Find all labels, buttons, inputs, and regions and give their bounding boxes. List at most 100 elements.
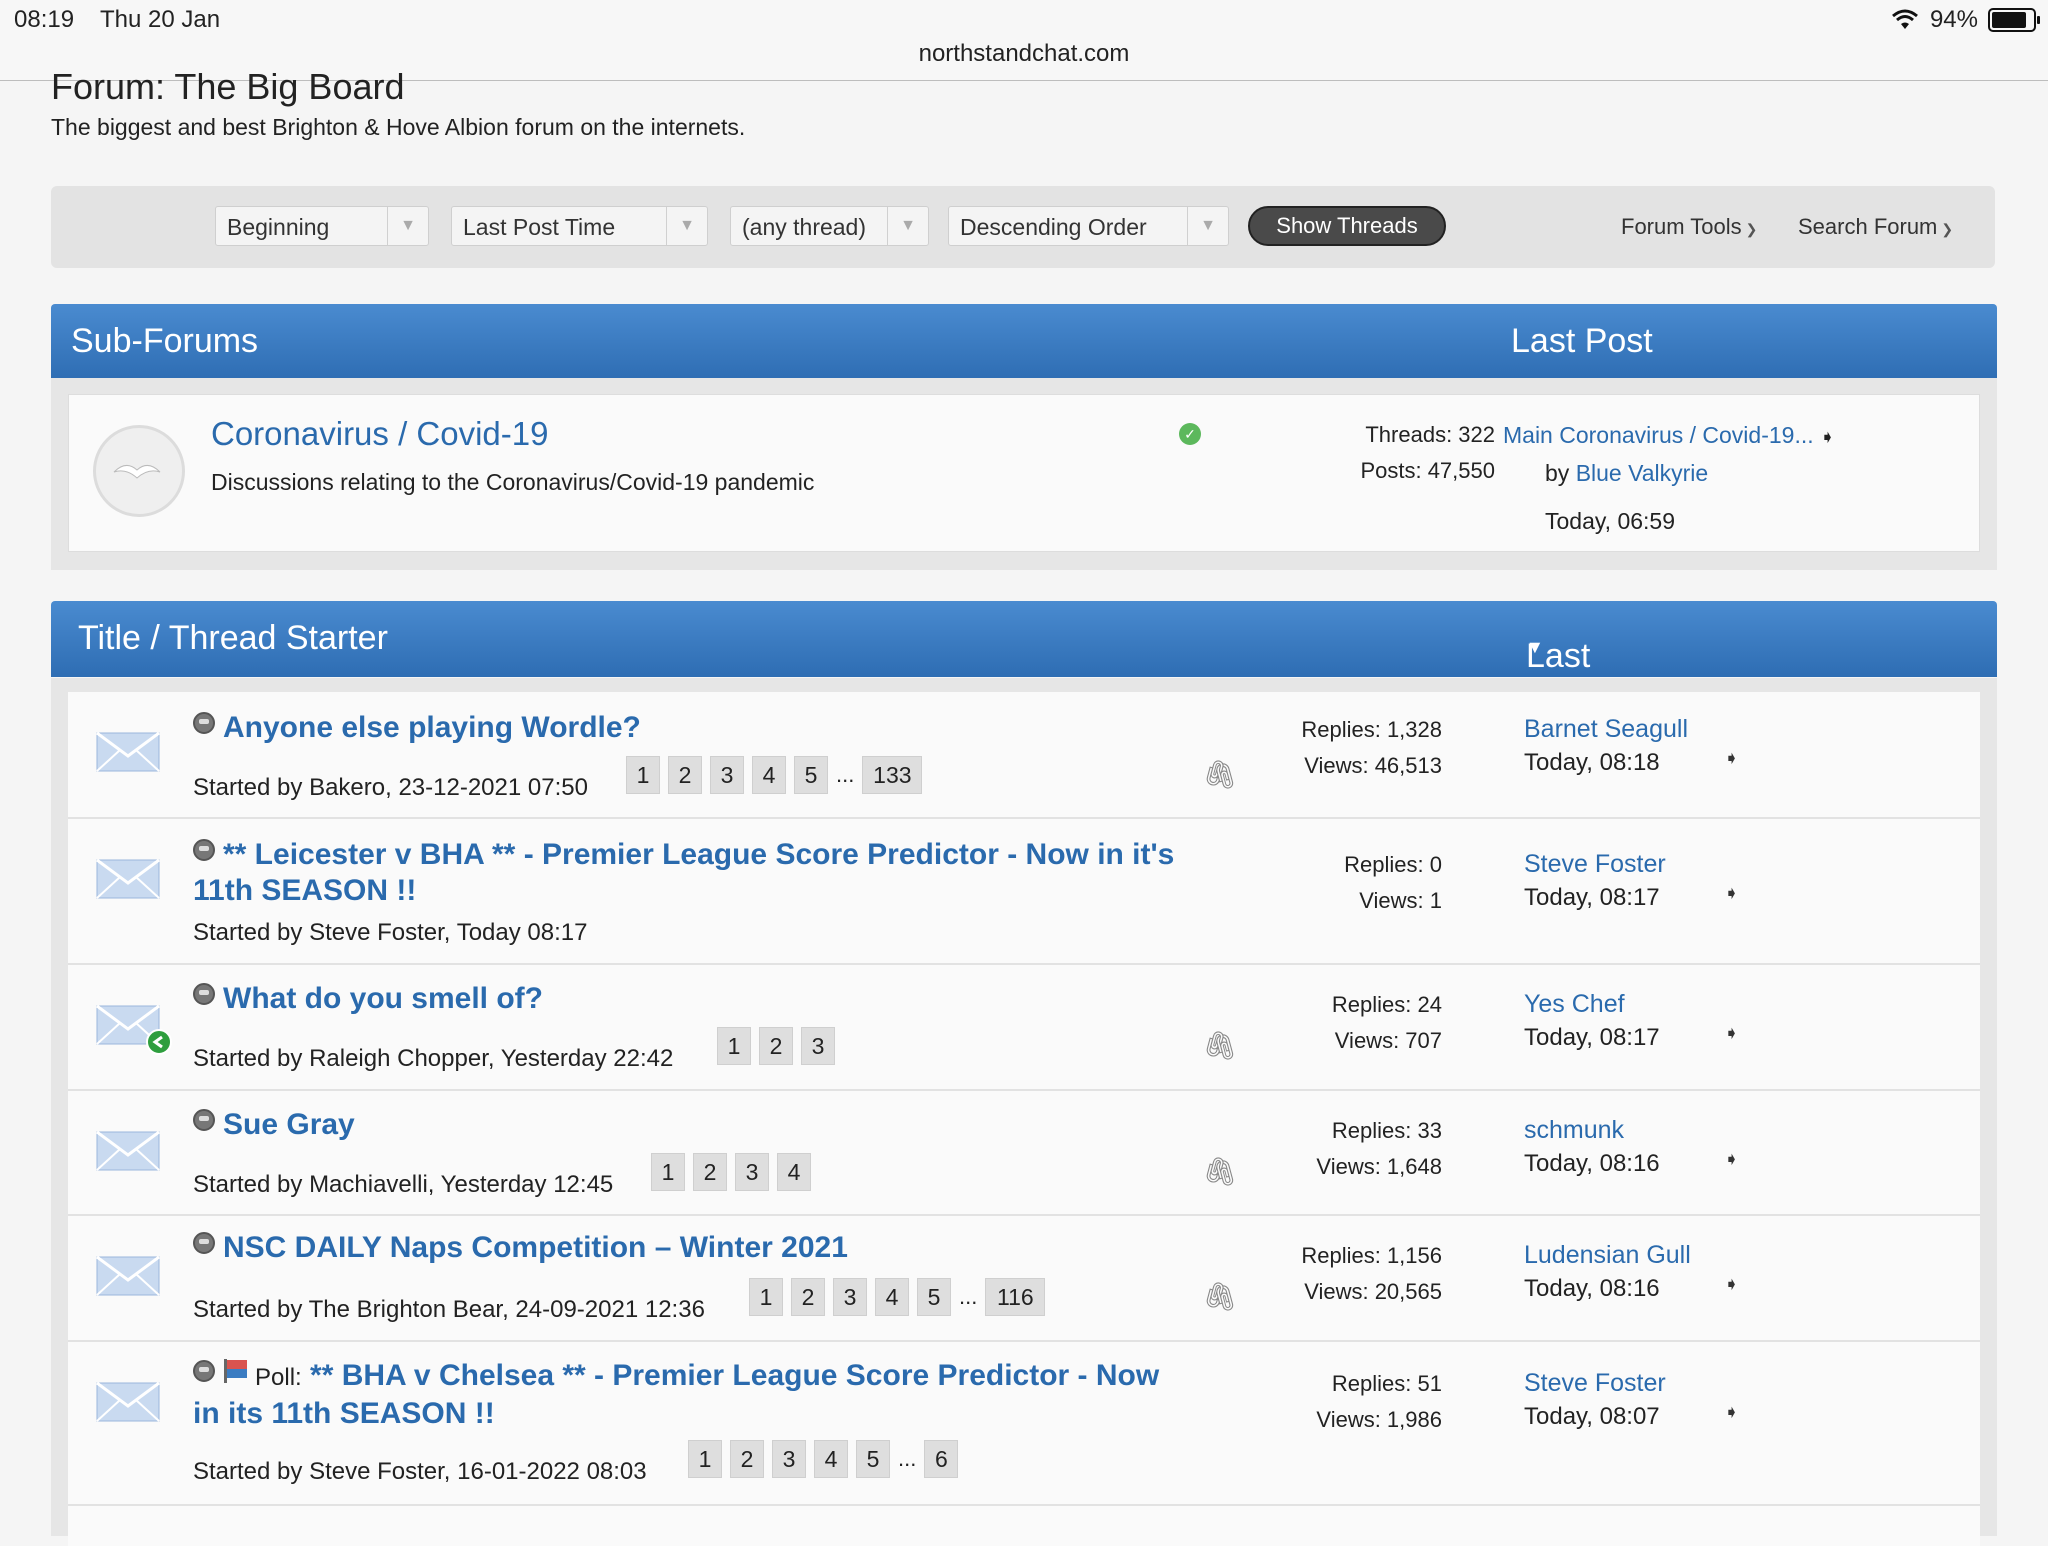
envelope-icon <box>96 859 160 899</box>
thread-filter-toolbar: Beginning ▼ Last Post Time ▼ (any thread… <box>51 186 1995 268</box>
last-poster-link[interactable]: Yes Chef <box>1524 987 1660 1021</box>
page-link[interactable]: 2 <box>668 756 702 794</box>
page-link[interactable]: 1 <box>717 1027 751 1065</box>
thread-title-link[interactable]: Sue Gray <box>193 1107 355 1143</box>
thread-title-link[interactable]: ** Leicester v BHA ** - Premier League S… <box>193 837 1174 909</box>
subforum-title-link[interactable]: Coronavirus / Covid-19 <box>211 415 548 453</box>
caret-down-icon: ▼ <box>1526 637 1544 657</box>
views-count: Views: 46,513 <box>1304 753 1442 778</box>
views-count: Views: 20,565 <box>1304 1279 1442 1304</box>
page-link[interactable]: 3 <box>772 1440 806 1478</box>
page-link[interactable]: 4 <box>814 1440 848 1478</box>
last-poster-link[interactable]: Steve Foster <box>1524 847 1666 881</box>
wifi-icon <box>1891 9 1918 29</box>
last-poster-link[interactable]: Steve Foster <box>1524 1366 1666 1400</box>
sort-by-value: Last Post Time <box>463 214 616 240</box>
page-link[interactable]: 2 <box>759 1027 793 1065</box>
page-links: 1 2 3 4 5 ... 6 <box>688 1440 959 1478</box>
page-link[interactable]: 5 <box>856 1440 890 1478</box>
thread-status-icon <box>193 839 215 861</box>
views-count: Views: 1 <box>1359 888 1442 913</box>
page-link[interactable]: 1 <box>626 756 660 794</box>
thread-title-link[interactable]: NSC DAILY Naps Competition – Winter 2021 <box>193 1230 848 1266</box>
go-to-last-post-icon[interactable]: ➧ <box>1724 1149 1739 1170</box>
thread-starter: Started by Bakero, 23-12-2021 07:50 <box>193 774 588 801</box>
page-link[interactable]: 3 <box>710 756 744 794</box>
last-poster-link[interactable]: schmunk <box>1524 1113 1660 1147</box>
thread-starter: Started by Raleigh Chopper, Yesterday 22… <box>193 1045 674 1072</box>
thread-title-text-cont: in its 11th SEASON !! <box>193 1397 495 1430</box>
thread-stats: Replies: 1,328 Views: 46,513 <box>1268 712 1442 784</box>
thread-title-link[interactable]: What do you smell of? <box>193 981 543 1017</box>
page-links: 1 2 3 4 5 ... 116 <box>749 1278 1046 1316</box>
last-post-info: Steve Foster Today, 08:07 <box>1524 1366 1666 1434</box>
prefix-value: (any thread) <box>742 214 867 240</box>
thread-starter: Started by The Brighton Bear, 24-09-2021… <box>193 1296 705 1323</box>
last-post-time: Today, 08:07 <box>1524 1403 1660 1430</box>
thread-status-icon <box>193 1109 215 1131</box>
search-forum-menu[interactable]: Search Forum ❯ <box>1798 214 1953 240</box>
last-page-link[interactable]: 6 <box>924 1440 959 1478</box>
last-poster-link[interactable]: Ludensian Gull <box>1524 1238 1691 1272</box>
prefix-select[interactable]: (any thread) ▼ <box>730 206 929 246</box>
thread-starter: Started by Steve Foster, Today 08:17 <box>193 919 588 946</box>
from-date-select[interactable]: Beginning ▼ <box>215 206 429 246</box>
page-link[interactable]: 1 <box>651 1153 685 1191</box>
go-to-last-post-icon[interactable]: ➧ <box>1724 1402 1739 1423</box>
page-link[interactable]: 5 <box>794 756 828 794</box>
thread-title-text: NSC DAILY Naps Competition – Winter 2021 <box>223 1231 848 1264</box>
page-link[interactable]: 2 <box>693 1153 727 1191</box>
last-thread-link[interactable]: Main Coronavirus / Covid-19... <box>1503 422 1814 448</box>
title-starter-heading[interactable]: Title / Thread Starter <box>78 619 388 658</box>
last-page-link[interactable]: 133 <box>862 756 923 794</box>
forum-tools-label: Forum Tools <box>1621 214 1742 239</box>
go-to-last-post-icon[interactable]: ➧ <box>1724 748 1739 769</box>
page-link[interactable]: 4 <box>875 1278 909 1316</box>
thread-stats: Replies: 1,156 Views: 20,565 <box>1268 1238 1442 1310</box>
paperclip-icon: 🖇 <box>1202 759 1238 790</box>
page-link[interactable]: 2 <box>730 1440 764 1478</box>
subforum-row: Coronavirus / Covid-19 Discussions relat… <box>68 394 1980 552</box>
subforums-list: Coronavirus / Covid-19 Discussions relat… <box>51 378 1997 570</box>
battery-icon <box>1988 8 2040 32</box>
page-link[interactable]: 1 <box>749 1278 783 1316</box>
go-to-last-post-icon[interactable]: ➧ <box>1724 1274 1739 1295</box>
go-to-last-post-icon[interactable]: ➧ <box>1724 1023 1739 1044</box>
page-link[interactable]: 5 <box>917 1278 951 1316</box>
go-to-last-post-icon[interactable]: ➧ <box>1724 883 1739 904</box>
show-threads-button[interactable]: Show Threads <box>1248 206 1446 246</box>
page-link[interactable]: 2 <box>791 1278 825 1316</box>
paperclip-icon: 🖇 <box>1202 1030 1238 1061</box>
last-page-link[interactable]: 116 <box>985 1278 1046 1316</box>
order-select[interactable]: Descending Order ▼ <box>948 206 1229 246</box>
page-link[interactable]: 3 <box>801 1027 835 1065</box>
last-post-info: Steve Foster Today, 08:17 <box>1524 847 1666 915</box>
thread-title-text: ** Leicester v BHA ** - Premier League S… <box>223 838 1175 871</box>
subforum-threads: Threads: 322 <box>1365 422 1495 447</box>
page-links: 1 2 3 4 <box>651 1153 811 1191</box>
subforums-heading: Sub-Forums <box>71 322 259 360</box>
thread-row: What do you smell of? Started by Raleigh… <box>68 965 1980 1091</box>
thread-title-link[interactable]: Anyone else playing Wordle? <box>193 710 641 746</box>
page-link[interactable]: 3 <box>735 1153 769 1191</box>
sort-by-select[interactable]: Last Post Time ▼ <box>451 206 708 246</box>
thread-stats: Replies: 0 Views: 1 <box>1268 847 1442 919</box>
poll-prefix: Poll: <box>255 1364 302 1391</box>
thread-title-link[interactable]: Poll: ** BHA v Chelsea ** - Premier Leag… <box>193 1358 1159 1432</box>
go-to-last-post-icon[interactable]: ➧ <box>1820 427 1835 447</box>
replies-count: Replies: 24 <box>1331 992 1442 1017</box>
page-link[interactable]: 4 <box>752 756 786 794</box>
forum-tools-menu[interactable]: Forum Tools ❯ <box>1621 214 1757 240</box>
page-link[interactable]: 3 <box>833 1278 867 1316</box>
thread-title-text: Sue Gray <box>223 1108 355 1141</box>
page-link[interactable]: 1 <box>688 1440 722 1478</box>
page-link[interactable]: 4 <box>777 1153 811 1191</box>
last-user-link[interactable]: Blue Valkyrie <box>1576 460 1709 486</box>
thread-status-icon <box>193 983 215 1005</box>
replies-count: Replies: 0 <box>1344 852 1442 877</box>
date: Thu 20 Jan <box>100 6 221 33</box>
replies-count: Replies: 33 <box>1331 1118 1442 1143</box>
url-bar[interactable]: northstandchat.com <box>0 40 2048 68</box>
last-poster-link[interactable]: Barnet Seagull <box>1524 712 1688 746</box>
subforum-stats: Threads: 322 Posts: 47,550 <box>1289 417 1495 489</box>
